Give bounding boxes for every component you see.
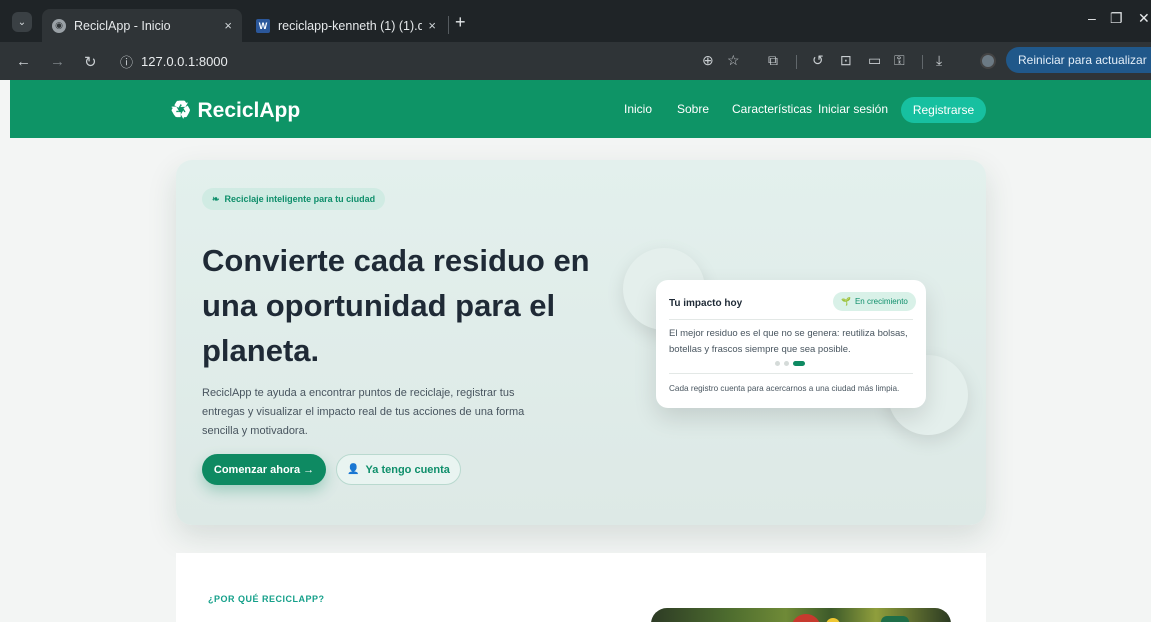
- forward-icon[interactable]: →: [50, 53, 65, 70]
- close-icon[interactable]: ×: [224, 18, 232, 33]
- photo-detail: [791, 614, 821, 622]
- cast-icon[interactable]: ▭: [868, 52, 881, 69]
- recycle-icon: ♻: [170, 97, 192, 124]
- sprout-icon: 🌱: [841, 297, 851, 306]
- impact-card-footer: Cada registro cuenta para acercarnos a u…: [669, 384, 900, 393]
- update-label: Reiniciar para actualizar: [1018, 53, 1147, 67]
- register-button[interactable]: Registrarse: [901, 97, 986, 123]
- password-key-icon[interactable]: ⚿: [894, 52, 905, 69]
- extensions-icon[interactable]: ⧉: [768, 52, 778, 69]
- have-account-label: Ya tengo cuenta: [365, 463, 450, 476]
- impact-card-tip: El mejor residuo es el que no se genera:…: [669, 328, 908, 355]
- recycling-photo: [651, 608, 951, 622]
- tab-reciclapp[interactable]: ◉ ReciclApp - Inicio ×: [42, 9, 242, 42]
- browser-tab-bar: ⌄ ◉ ReciclApp - Inicio × W reciclapp-ken…: [0, 0, 1151, 42]
- restore-icon[interactable]: ❐: [1110, 10, 1123, 27]
- tab-title: reciclapp-kenneth (1) (1).do: [278, 18, 423, 33]
- tab-divider: [448, 16, 449, 34]
- browser-toolbar: ← → ↻ ⓘ 127.0.0.1:8000 ⊕ ☆ ⧉ ↺ ⊡ ▭ ⚿ ⤓: [0, 42, 1151, 80]
- growth-badge: 🌱 En crecimiento: [833, 292, 916, 311]
- download-icon[interactable]: ⤓: [936, 52, 942, 69]
- carousel-dot[interactable]: [784, 361, 789, 366]
- card-divider: [669, 373, 913, 374]
- minimize-icon[interactable]: –: [1088, 10, 1096, 26]
- profile-avatar[interactable]: [980, 53, 996, 69]
- nav-link-inicio[interactable]: Inicio: [624, 102, 652, 116]
- impact-card-title: Tu impacto hoy: [669, 298, 743, 309]
- logo-text: ReciclApp: [197, 98, 301, 122]
- url-text: 127.0.0.1:8000: [141, 53, 228, 69]
- nav-link-caracteristicas[interactable]: Características: [732, 102, 812, 116]
- reload-icon[interactable]: ↻: [84, 53, 97, 71]
- tab-title: ReciclApp - Inicio: [74, 18, 171, 33]
- web-page: ♻ ReciclApp Inicio Sobre Características…: [10, 80, 1151, 622]
- bookmark-star-icon[interactable]: ☆: [727, 52, 740, 69]
- carousel-dot-active[interactable]: [793, 361, 805, 366]
- carousel-dot[interactable]: [775, 361, 780, 366]
- close-window-icon[interactable]: ✕: [1138, 10, 1150, 27]
- toolbar-divider: [796, 55, 797, 69]
- card-divider: [669, 319, 913, 320]
- google-lens-icon[interactable]: ⊡: [840, 52, 852, 69]
- close-icon[interactable]: ×: [428, 18, 436, 33]
- site-logo[interactable]: ♻ ReciclApp: [170, 96, 300, 125]
- tab-word-document[interactable]: W reciclapp-kenneth (1) (1).do ×: [246, 9, 446, 42]
- back-icon[interactable]: ←: [16, 53, 31, 70]
- nav-link-sobre[interactable]: Sobre: [677, 102, 709, 116]
- photo-detail: [826, 618, 840, 622]
- hero-title: Convierte cada residuo en una oportunida…: [202, 243, 590, 368]
- toolbar-divider: [922, 55, 923, 69]
- zoom-icon[interactable]: ⊕: [702, 52, 714, 69]
- start-now-button[interactable]: Comenzar ahora →: [202, 454, 326, 485]
- hero-tag: ❧ Reciclaje inteligente para tu ciudad: [202, 188, 386, 210]
- why-eyebrow: ¿POR QUÉ RECICLAPP?: [208, 594, 325, 604]
- globe-icon: ◉: [52, 18, 66, 33]
- update-browser-button[interactable]: Reiniciar para actualizar ⋮: [1006, 47, 1151, 73]
- leaf-icon: ❧: [212, 193, 220, 204]
- photo-detail: [881, 616, 909, 622]
- growth-badge-label: En crecimiento: [854, 297, 908, 306]
- why-section: ¿POR QUÉ RECICLAPP?: [176, 553, 986, 622]
- site-info-icon[interactable]: ⓘ: [120, 52, 133, 71]
- new-tab-button[interactable]: +: [455, 12, 466, 33]
- carousel-dots: [775, 361, 805, 366]
- user-icon: 👤: [347, 464, 360, 475]
- hero-tag-label: Reciclaje inteligente para tu ciudad: [224, 194, 376, 204]
- hero-description: ReciclApp te ayuda a encontrar puntos de…: [202, 387, 525, 437]
- history-icon[interactable]: ↺: [812, 52, 824, 69]
- tab-search-button[interactable]: ⌄: [12, 12, 32, 32]
- site-navbar: ♻ ReciclApp Inicio Sobre Características…: [10, 80, 1151, 138]
- impact-card: Tu impacto hoy 🌱 En crecimiento El mejor…: [656, 280, 926, 408]
- address-bar[interactable]: ⓘ 127.0.0.1:8000: [112, 48, 757, 74]
- have-account-button[interactable]: 👤 Ya tengo cuenta: [336, 454, 461, 485]
- word-icon: W: [256, 18, 270, 33]
- nav-link-iniciar-sesion[interactable]: Iniciar sesión: [818, 102, 888, 116]
- hero-section: ❧ Reciclaje inteligente para tu ciudad C…: [176, 160, 986, 525]
